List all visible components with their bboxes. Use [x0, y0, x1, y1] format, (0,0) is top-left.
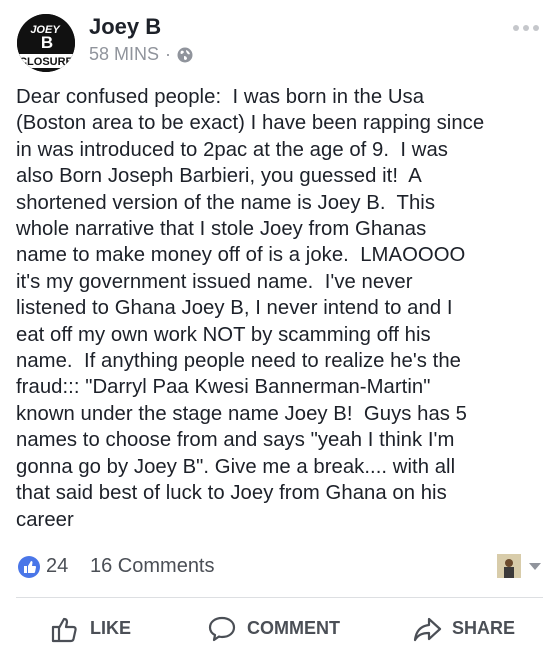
post-time[interactable]: 58 MINS [89, 44, 159, 65]
post-stats: 24 16 Comments [16, 553, 543, 583]
share-button[interactable]: SHARE [412, 598, 515, 659]
comment-button[interactable]: COMMENT [207, 598, 340, 659]
like-button[interactable]: LIKE [50, 598, 131, 659]
thumbs-up-icon [50, 614, 80, 644]
reactor-avatar[interactable] [497, 554, 521, 578]
avatar-logo-middle: B [41, 33, 53, 52]
chevron-down-icon[interactable] [529, 563, 541, 570]
more-dots-icon[interactable] [511, 20, 541, 36]
avatar[interactable]: JOEY B CLOSURE [17, 14, 75, 72]
avatar-logo-bottom: CLOSURE [19, 56, 73, 68]
meta-separator: · [165, 44, 172, 64]
post-body-text: Dear confused people: I was born in the … [16, 86, 485, 531]
share-label: SHARE [452, 618, 516, 638]
author-name[interactable]: Joey B [89, 14, 161, 40]
post-header: JOEY B CLOSURE Joey B 58 MINS · [0, 0, 559, 80]
comments-count[interactable]: 16 Comments [90, 555, 215, 578]
post-actions: LIKE COMMENT SHARE [0, 598, 559, 659]
post-meta: 58 MINS · [89, 44, 193, 65]
share-arrow-icon [412, 614, 442, 644]
comment-bubble-icon [207, 614, 237, 644]
comment-label: COMMENT [247, 618, 340, 638]
like-label: LIKE [90, 618, 132, 638]
globe-icon [177, 47, 193, 63]
like-badge-icon[interactable] [18, 556, 40, 578]
like-count[interactable]: 24 [46, 555, 68, 578]
